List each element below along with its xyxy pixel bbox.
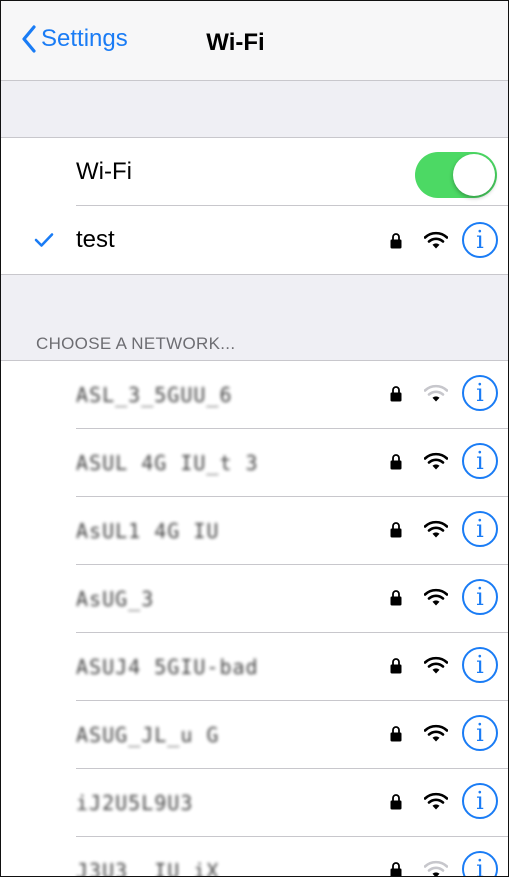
network-row[interactable]: AsUG_3 i [1, 565, 508, 633]
info-icon: i [476, 226, 484, 254]
network-status-icons: i [390, 783, 498, 819]
wifi-icon [424, 656, 448, 674]
info-button[interactable]: i [462, 511, 498, 547]
toggle-knob [453, 154, 495, 196]
info-icon: i [476, 583, 484, 611]
network-row[interactable]: J3U3_ IU iX i [1, 837, 508, 877]
lock-icon [390, 589, 402, 605]
info-button[interactable]: i [462, 222, 498, 258]
navigation-bar: Settings Wi-Fi [1, 1, 508, 81]
wifi-toggle-label: Wi-Fi [76, 158, 132, 185]
network-row[interactable]: ASUJ4 5GIU-bad i [1, 633, 508, 701]
info-icon: i [476, 515, 484, 543]
lock-icon [390, 725, 402, 741]
lock-icon [390, 861, 402, 876]
network-name: ASUJ4 5GIU-bad [76, 655, 259, 679]
wifi-icon [424, 231, 448, 249]
network-row[interactable]: ASUG_JL_u G i [1, 701, 508, 769]
info-icon: i [476, 447, 484, 475]
network-status-icons: i [390, 851, 498, 877]
network-row[interactable]: ASL_3_5GUU_6 i [1, 361, 508, 429]
group-spacer [1, 81, 508, 138]
network-list: ASL_3_5GUU_6 i ASUL 4G IU_t 3 i AsUL1 4G IU i… [1, 361, 508, 877]
network-status-icons: i [390, 511, 498, 547]
network-row[interactable]: iJ2U5L9U3 i [1, 769, 508, 837]
info-icon: i [476, 855, 484, 877]
network-status-icons: i [390, 715, 498, 751]
info-button[interactable]: i [462, 443, 498, 479]
screen: Settings Wi-Fi Wi-Fi test i CHOOSE A NET… [0, 0, 509, 877]
lock-icon [390, 232, 402, 248]
wifi-icon [424, 860, 448, 876]
connected-network-name: test [76, 226, 115, 253]
network-name: J3U3_ IU iX [76, 859, 220, 877]
network-status-icons: i [390, 375, 498, 411]
info-button[interactable]: i [462, 579, 498, 615]
info-icon: i [476, 651, 484, 679]
lock-icon [390, 453, 402, 469]
info-button[interactable]: i [462, 375, 498, 411]
network-row[interactable]: ASUL 4G IU_t 3 i [1, 429, 508, 497]
network-name: ASUL 4G IU_t 3 [76, 451, 259, 475]
network-status-icons: i [390, 222, 498, 258]
section-header-label: CHOOSE A NETWORK... [36, 334, 236, 353]
section-header: CHOOSE A NETWORK... [1, 328, 508, 361]
wifi-icon [424, 724, 448, 742]
network-name: iJ2U5L9U3 [76, 791, 194, 815]
wifi-icon [424, 792, 448, 810]
info-button[interactable]: i [462, 647, 498, 683]
network-status-icons: i [390, 579, 498, 615]
wifi-icon [424, 588, 448, 606]
network-name: ASUG_JL_u G [76, 723, 220, 747]
group-spacer [1, 274, 508, 328]
lock-icon [390, 657, 402, 673]
info-icon: i [476, 719, 484, 747]
checkmark-icon [34, 233, 54, 247]
wifi-icon [424, 452, 448, 470]
network-name: AsUL1 4G IU [76, 519, 220, 543]
lock-icon [390, 521, 402, 537]
network-name: AsUG_3 [76, 587, 155, 611]
network-status-icons: i [390, 443, 498, 479]
info-button[interactable]: i [462, 851, 498, 877]
page-title: Wi-Fi [206, 29, 265, 56]
network-name: ASL_3_5GUU_6 [76, 383, 233, 407]
info-icon: i [476, 379, 484, 407]
network-status-icons: i [390, 647, 498, 683]
lock-icon [390, 793, 402, 809]
info-button[interactable]: i [462, 715, 498, 751]
wifi-toggle-row: Wi-Fi [1, 138, 508, 206]
network-row[interactable]: AsUL1 4G IU i [1, 497, 508, 565]
info-icon: i [476, 787, 484, 815]
connected-network-row[interactable]: test i [1, 206, 508, 274]
info-button[interactable]: i [462, 783, 498, 819]
lock-icon [390, 385, 402, 401]
wifi-icon [424, 520, 448, 538]
wifi-toggle-switch[interactable] [415, 152, 497, 198]
wifi-icon [424, 384, 448, 402]
